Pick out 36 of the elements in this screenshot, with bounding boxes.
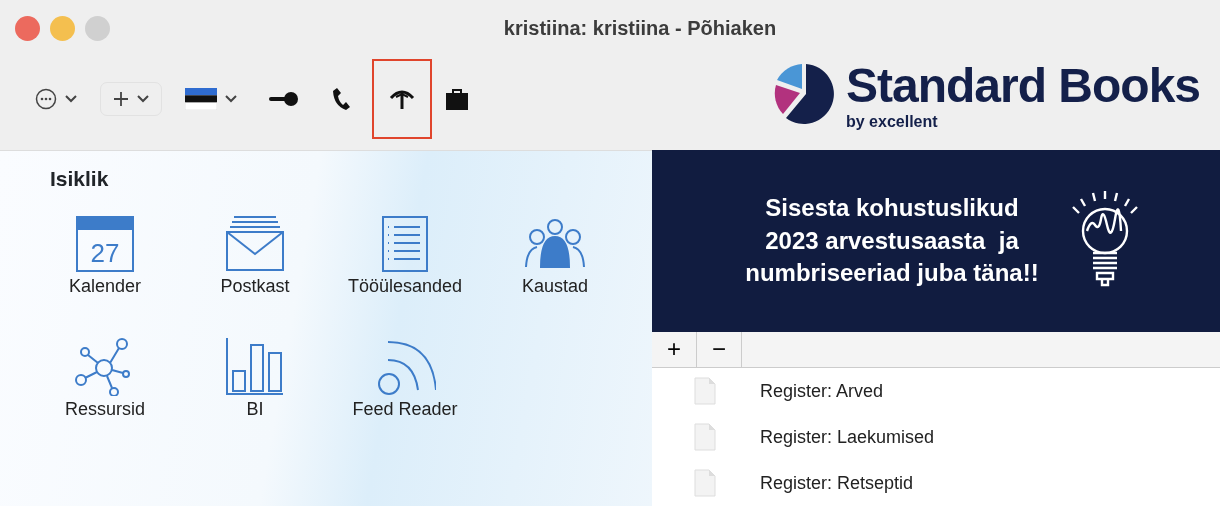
app-tile[interactable]: Kaustad — [480, 214, 630, 300]
briefcase-icon — [445, 87, 469, 111]
app-tile[interactable]: Ressursid — [30, 337, 180, 423]
document-icon — [694, 377, 716, 405]
chevron-icon — [137, 95, 149, 103]
envelope-icon — [224, 214, 286, 273]
chevron-icon — [65, 95, 77, 103]
list-item[interactable]: Register: Retseptid — [652, 460, 1220, 506]
antenna-button[interactable] — [374, 61, 430, 137]
banner-text: Sisesta kohustuslikud 2023 arvestusaasta ja numbriseeriad juba täna!! — [745, 192, 1039, 289]
window-title: kristiina: kristiina - Põhiaken — [503, 17, 777, 39]
add-button[interactable]: + — [652, 331, 697, 367]
chevron-icon — [225, 95, 237, 103]
document-icon — [694, 423, 716, 451]
close-button[interactable] — [15, 16, 40, 41]
section-heading: Isiklik — [50, 166, 110, 192]
plus-icon — [113, 91, 129, 107]
phone-icon — [331, 86, 351, 112]
brand-tagline: by excellent — [846, 112, 939, 132]
app-tile[interactable]: Tööülesanded — [330, 214, 480, 300]
brand-name: Standard Books — [846, 62, 1201, 110]
key-icon — [269, 91, 299, 107]
app-tile[interactable]: BI — [180, 337, 330, 423]
app-tile[interactable]: Feed Reader — [330, 337, 480, 423]
list-item[interactable]: Register: Laekumised — [652, 414, 1220, 460]
more-icon — [35, 88, 57, 110]
list-item[interactable]: Register: Arved — [652, 368, 1220, 414]
banner[interactable]: Sisesta kohustuslikud 2023 arvestusaasta ja numbriseeriad juba täna!! — [652, 150, 1220, 332]
add-button[interactable] — [100, 82, 162, 116]
app-tile[interactable]: 27 Kalender — [30, 214, 180, 300]
flag-icon — [185, 88, 217, 110]
document-icon — [694, 469, 716, 497]
remove-button[interactable]: − — [697, 331, 742, 367]
antenna-icon — [389, 88, 415, 110]
bar-chart-icon — [224, 337, 286, 396]
app-tile[interactable]: Postkast — [180, 214, 330, 300]
